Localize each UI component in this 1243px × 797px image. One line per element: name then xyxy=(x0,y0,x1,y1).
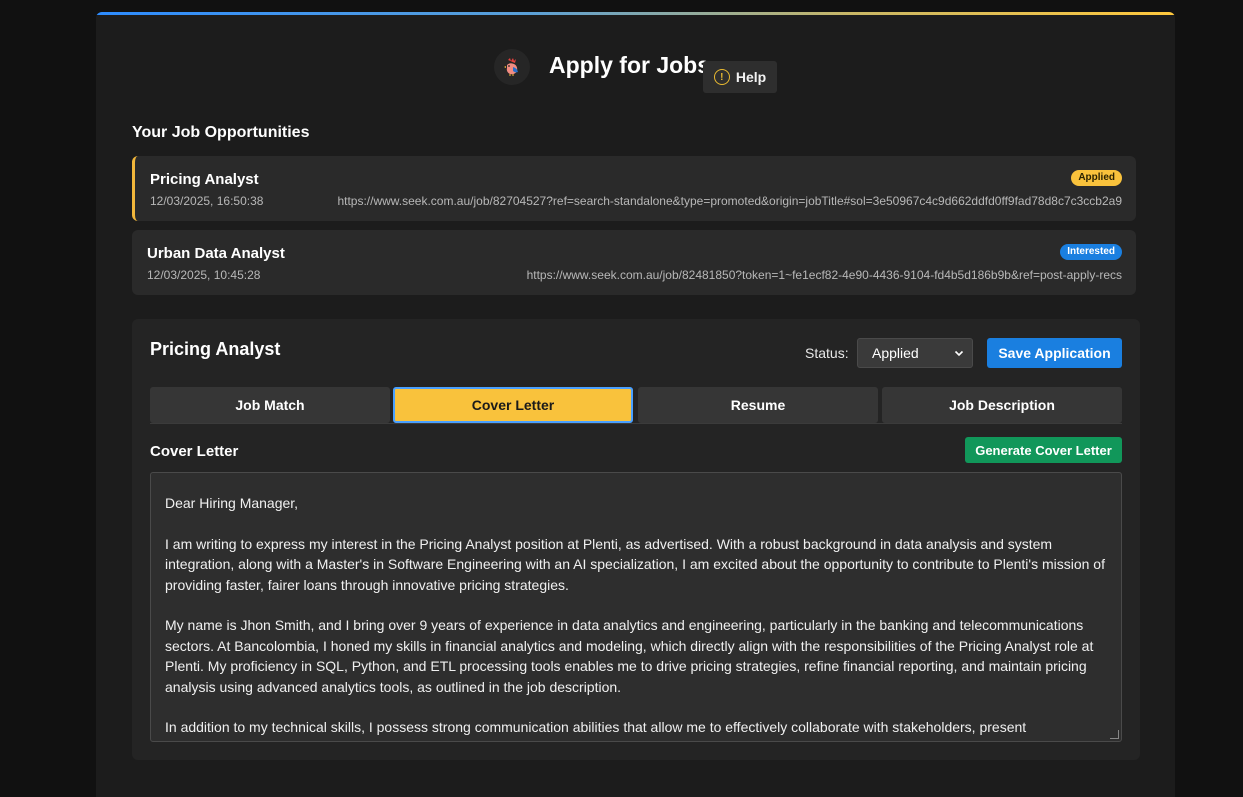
cover-letter-textarea[interactable]: Dear Hiring Manager, I am writing to exp… xyxy=(150,472,1122,742)
alert-circle-icon: ! xyxy=(713,69,730,85)
job-date: 12/03/2025, 10:45:28 xyxy=(147,268,261,282)
letter-paragraph: Dear Hiring Manager, xyxy=(165,495,299,511)
save-application-button[interactable]: Save Application xyxy=(987,338,1122,368)
letter-paragraph: My name is Jhon Smith, and I bring over … xyxy=(165,617,1094,695)
chevron-down-icon xyxy=(954,345,964,361)
gradient-top-bar xyxy=(96,12,1175,15)
cover-letter-heading: Cover Letter xyxy=(150,443,239,460)
tab-divider xyxy=(150,423,1122,424)
status-select[interactable]: Applied xyxy=(857,338,973,368)
job-title: Pricing Analyst xyxy=(150,171,259,188)
job-card-pricing-analyst[interactable]: Pricing Analyst Applied 12/03/2025, 16:5… xyxy=(132,156,1136,221)
resize-handle[interactable] xyxy=(1110,730,1119,739)
job-title: Urban Data Analyst xyxy=(147,245,285,262)
tab-cover-letter[interactable]: Cover Letter xyxy=(393,387,633,423)
detail-tabs: Job Match Cover Letter Resume Job Descri… xyxy=(150,387,1122,423)
help-label: Help xyxy=(735,69,767,85)
job-card-urban-data-analyst[interactable]: Urban Data Analyst Interested 12/03/2025… xyxy=(132,230,1136,295)
letter-paragraph: I am writing to express my interest in t… xyxy=(165,535,1105,593)
letter-paragraph: In addition to my technical skills, I po… xyxy=(165,719,1027,735)
page-header: Apply for Jobs ! Help xyxy=(96,48,1175,93)
tab-resume[interactable]: Resume xyxy=(638,387,878,423)
app-window: Apply for Jobs ! Help Your Job Opportuni… xyxy=(96,12,1175,797)
rooster-logo-icon xyxy=(494,49,530,85)
help-button[interactable]: ! Help xyxy=(703,61,777,93)
status-badge: Interested xyxy=(1060,244,1122,260)
generate-cover-letter-button[interactable]: Generate Cover Letter xyxy=(965,437,1122,463)
status-label: Status: xyxy=(805,345,849,361)
application-detail-panel: Pricing Analyst Status: Applied Save App… xyxy=(132,319,1140,760)
job-url: https://www.seek.com.au/job/82704527?ref… xyxy=(337,194,1122,208)
status-select-value: Applied xyxy=(872,345,919,361)
opportunities-heading: Your Job Opportunities xyxy=(132,124,310,141)
job-date: 12/03/2025, 16:50:38 xyxy=(150,194,264,208)
detail-title: Pricing Analyst xyxy=(150,339,281,359)
status-badge: Applied xyxy=(1071,170,1122,186)
job-url: https://www.seek.com.au/job/82481850?tok… xyxy=(526,268,1122,282)
tab-job-match[interactable]: Job Match xyxy=(150,387,390,423)
page-title: Apply for Jobs xyxy=(549,52,711,78)
tab-job-description[interactable]: Job Description xyxy=(882,387,1122,423)
